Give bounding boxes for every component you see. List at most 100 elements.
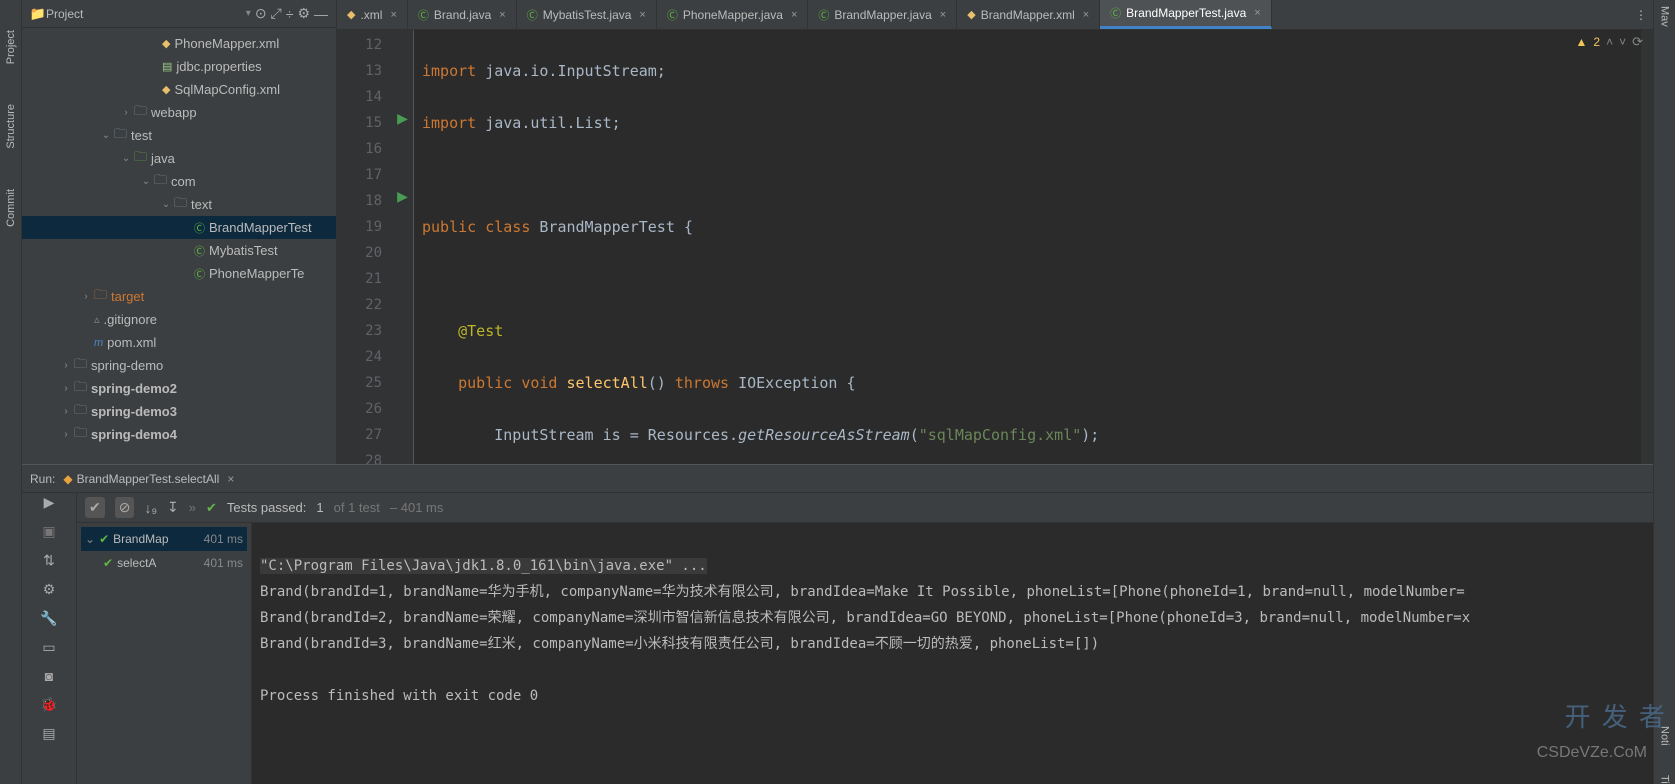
- chevron-down-icon: ⌄: [138, 176, 154, 187]
- settings-icon[interactable]: ⚙: [43, 581, 56, 598]
- tab-brand[interactable]: ⒸBrand.java×: [408, 0, 517, 29]
- select-opened-file-icon[interactable]: ⊙: [255, 5, 267, 22]
- tree-folder[interactable]: ›🗀target: [22, 285, 336, 308]
- exit-icon[interactable]: ▤: [42, 725, 55, 742]
- close-icon[interactable]: ×: [639, 9, 645, 21]
- rail-tt[interactable]: Ti: [1659, 775, 1671, 784]
- java-class-icon: Ⓒ: [818, 7, 829, 23]
- test-leaf[interactable]: ✔ selectA 401 ms: [81, 551, 247, 575]
- watermark-text-2: CSDeVZe.CoM: [1537, 744, 1647, 762]
- folder-icon: 🗀: [134, 148, 147, 170]
- tree-folder[interactable]: ›🗀webapp: [22, 101, 336, 124]
- run-header: Run: ◆ BrandMapperTest.selectAll ×: [22, 465, 1653, 493]
- chevron-down-icon: ⌄: [158, 199, 174, 210]
- gutter-icons: ▶ ▶: [392, 30, 414, 464]
- chevron-down-icon[interactable]: ˅: [1619, 35, 1626, 49]
- refresh-icon[interactable]: ⟳: [1632, 34, 1643, 50]
- tree-folder[interactable]: ⌄🗀java: [22, 147, 336, 170]
- filter-icon[interactable]: ↧: [167, 499, 179, 516]
- hide-icon[interactable]: —: [314, 6, 328, 22]
- java-class-icon: Ⓒ: [1110, 5, 1121, 21]
- camera-icon[interactable]: ◙: [45, 668, 53, 684]
- tab-xml[interactable]: ◆.xml×: [337, 0, 408, 29]
- code-area[interactable]: import import java.io.InputStream;java.i…: [414, 30, 1641, 464]
- tree-file[interactable]: ⒸPhoneMapperTe: [22, 262, 336, 285]
- sort-icon[interactable]: ↓₉: [144, 500, 157, 516]
- tab-list-icon[interactable]: ⋮: [1629, 0, 1653, 29]
- run-gutter-icon[interactable]: ▶: [392, 110, 413, 136]
- run-gutter-icon[interactable]: ▶: [392, 188, 413, 214]
- project-tree[interactable]: ◆PhoneMapper.xml ▤jdbc.properties ◆SqlMa…: [22, 28, 336, 464]
- check-icon[interactable]: ✔: [85, 497, 105, 518]
- left-tool-rail: Project Structure Commit: [0, 0, 22, 784]
- tab-brandmapper[interactable]: ⒸBrandMapper.java×: [808, 0, 957, 29]
- run-config[interactable]: ◆ BrandMapperTest.selectAll ×: [63, 472, 234, 486]
- inspection-widget[interactable]: ▲ 2 ˄ ˅ ⟳: [1575, 34, 1643, 50]
- chevron-right-icon: ›: [58, 429, 74, 440]
- xml-icon: ◆: [162, 37, 170, 50]
- run-toolbar-left: ▶ ▣ ⇅ ⚙ 🔧 ▭ ◙ 🐞 ▤: [22, 493, 77, 784]
- stop-icon[interactable]: ▣: [42, 523, 55, 540]
- tree-folder[interactable]: ⌄🗀com: [22, 170, 336, 193]
- folder-icon: 🗀: [174, 194, 187, 216]
- rail-commit[interactable]: Commit: [5, 189, 17, 227]
- folder-icon: 🗀: [74, 355, 87, 377]
- chevron-right-icon: ›: [78, 291, 94, 302]
- gear-icon[interactable]: ⚙: [297, 5, 310, 22]
- expand-all-icon[interactable]: ⤢: [271, 5, 282, 22]
- tree-folder[interactable]: ›🗀spring-demo2: [22, 377, 336, 400]
- right-tool-rail: Mav Noti Ti: [1653, 0, 1675, 784]
- rail-project[interactable]: Project: [5, 30, 17, 64]
- java-class-icon: Ⓒ: [194, 266, 205, 282]
- tree-folder[interactable]: ⌄🗀text: [22, 193, 336, 216]
- tree-file[interactable]: ◆SqlMapConfig.xml: [22, 78, 336, 101]
- editor-body[interactable]: 12 13 14 15 16 17 18 19 20 21 22 23 24 2…: [337, 30, 1653, 464]
- test-tree[interactable]: ⌄ ✔ BrandMap 401 ms ✔ selectA 401 ms: [77, 523, 252, 784]
- wrench-icon[interactable]: 🔧: [40, 610, 57, 627]
- close-icon[interactable]: ×: [499, 9, 505, 21]
- collapse-all-icon[interactable]: ÷: [286, 6, 294, 22]
- tree-file[interactable]: ▵.gitignore: [22, 308, 336, 331]
- tree-folder[interactable]: ⌄🗀test: [22, 124, 336, 147]
- module-icon: 🗀: [74, 424, 87, 446]
- close-icon[interactable]: ×: [1254, 7, 1260, 19]
- chevron-right-icon: ›: [58, 383, 74, 394]
- tree-folder[interactable]: ›🗀spring-demo3: [22, 400, 336, 423]
- tab-phonemapper[interactable]: ⒸPhoneMapper.java×: [657, 0, 809, 29]
- pin-icon[interactable]: ⇅: [43, 552, 55, 569]
- project-tool-window: 📁 Project ▾ ⊙ ⤢ ÷ ⚙ — ◆PhoneMapper.xml ▤…: [22, 0, 337, 464]
- close-icon[interactable]: ×: [1083, 9, 1089, 21]
- rerun-icon[interactable]: ▶: [44, 494, 55, 511]
- module-icon: 🗀: [74, 401, 87, 423]
- editor-tabs: ◆.xml× ⒸBrand.java× ⒸMybatisTest.java× Ⓒ…: [337, 0, 1653, 30]
- chevron-up-icon[interactable]: ˄: [1606, 35, 1613, 49]
- tab-brandmappertest[interactable]: ⒸBrandMapperTest.java×: [1100, 0, 1272, 29]
- test-root[interactable]: ⌄ ✔ BrandMap 401 ms: [81, 527, 247, 551]
- tab-mybatistest[interactable]: ⒸMybatisTest.java×: [517, 0, 657, 29]
- error-stripe[interactable]: [1641, 30, 1653, 464]
- tree-file[interactable]: ⒸMybatisTest: [22, 239, 336, 262]
- bug-icon[interactable]: 🐞: [40, 696, 57, 713]
- tree-folder[interactable]: ›🗀spring-demo4: [22, 423, 336, 446]
- close-icon[interactable]: ×: [390, 9, 396, 21]
- close-icon[interactable]: ×: [940, 9, 946, 21]
- xml-icon: ◆: [967, 8, 975, 21]
- rail-maven[interactable]: Mav: [1659, 6, 1671, 27]
- tree-file[interactable]: ▤jdbc.properties: [22, 55, 336, 78]
- folder-icon: 📁: [30, 6, 46, 22]
- close-icon[interactable]: ×: [227, 472, 234, 486]
- disabled-icon[interactable]: ⊘: [115, 497, 135, 518]
- project-header: 📁 Project ▾ ⊙ ⤢ ÷ ⚙ —: [22, 0, 336, 28]
- console-output[interactable]: "C:\Program Files\Java\jdk1.8.0_161\bin\…: [252, 523, 1653, 784]
- tree-file[interactable]: mpom.xml: [22, 331, 336, 354]
- tree-file[interactable]: ◆PhoneMapper.xml: [22, 32, 336, 55]
- tree-file-selected[interactable]: ⒸBrandMapperTest: [22, 216, 336, 239]
- tab-brandmapper-xml[interactable]: ◆BrandMapper.xml×: [957, 0, 1100, 29]
- rail-structure[interactable]: Structure: [5, 104, 17, 149]
- export-icon[interactable]: ▭: [42, 639, 55, 656]
- tree-folder[interactable]: ›🗀spring-demo: [22, 354, 336, 377]
- close-icon[interactable]: ×: [791, 9, 797, 21]
- run-toolbar: ✔ ⊘ ↓₉ ↧ » ✔ Tests passed: 1 of 1 test –…: [77, 493, 1653, 523]
- maven-icon: m: [94, 337, 103, 349]
- java-class-icon: Ⓒ: [527, 7, 538, 23]
